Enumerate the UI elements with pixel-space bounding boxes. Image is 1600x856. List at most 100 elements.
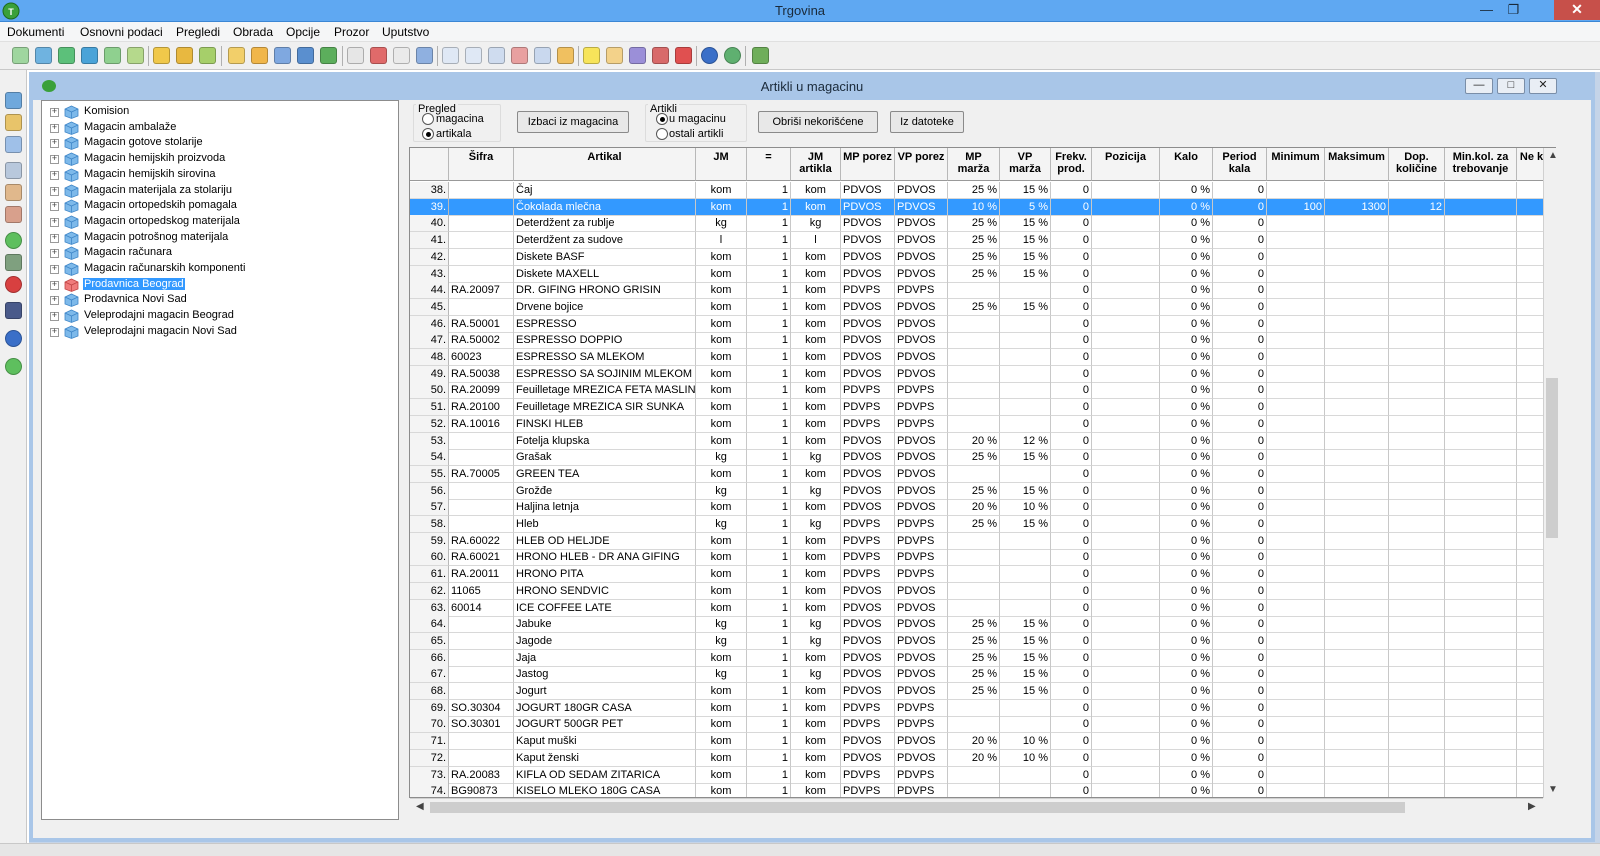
gear-icon[interactable] xyxy=(629,47,646,64)
cell-frek[interactable]: 0 xyxy=(1051,298,1092,316)
cell-jma[interactable]: kom xyxy=(791,766,841,784)
cell-sifra[interactable] xyxy=(449,499,514,517)
cell-vpp[interactable]: PDVOS xyxy=(895,182,948,199)
cell-sifra[interactable]: RA.20100 xyxy=(449,399,514,417)
cell-per[interactable]: 0 xyxy=(1213,499,1267,517)
cell-sifra[interactable] xyxy=(449,248,514,266)
cell-sifra[interactable] xyxy=(449,649,514,667)
cell-per[interactable]: 0 xyxy=(1213,783,1267,797)
cell-eq[interactable]: 1 xyxy=(747,415,791,433)
cell-max[interactable] xyxy=(1325,649,1389,667)
cell-jm[interactable]: kg xyxy=(696,666,747,684)
cell-dop[interactable] xyxy=(1389,683,1445,700)
cell-sifra[interactable]: SO.30304 xyxy=(449,699,514,717)
cell-dop[interactable] xyxy=(1389,549,1445,567)
cell-vpp[interactable]: PDVPS xyxy=(895,415,948,433)
table-row[interactable]: 42. Diskete BASF kom 1 kom PDVOS PDVOS 25 % 15 %… xyxy=(410,248,1555,266)
tree-node[interactable]: + Magacin ortopedskih pomagala xyxy=(42,198,392,214)
cell-vpm[interactable] xyxy=(1000,699,1051,717)
cell-mpp[interactable]: PDVPS xyxy=(841,699,895,717)
cell-vpm[interactable] xyxy=(1000,315,1051,333)
cell-per[interactable]: 0 xyxy=(1213,382,1267,400)
cell-artikal[interactable]: Kaput muški xyxy=(514,733,696,751)
cell-jma[interactable]: kg xyxy=(791,449,841,467)
cell-max[interactable] xyxy=(1325,632,1389,650)
column-header-mpp[interactable]: MP porez xyxy=(841,148,895,181)
cell-artikal[interactable]: ICE COFFEE LATE xyxy=(514,599,696,617)
cell-mpp[interactable]: PDVOS xyxy=(841,248,895,266)
radio-magacina[interactable] xyxy=(422,113,434,125)
cell-per[interactable]: 0 xyxy=(1213,349,1267,366)
cell-jma[interactable]: kom xyxy=(791,315,841,333)
cell-min[interactable] xyxy=(1267,415,1325,433)
cell-jma[interactable]: kom xyxy=(791,298,841,316)
cell-mink[interactable] xyxy=(1445,432,1517,450)
cell-sifra[interactable]: SO.30301 xyxy=(449,716,514,734)
cell-poz[interactable] xyxy=(1092,766,1160,784)
cell-mpp[interactable]: PDVOS xyxy=(841,365,895,383)
cell-vpp[interactable]: PDVPS xyxy=(895,699,948,717)
cell-per[interactable]: 0 xyxy=(1213,549,1267,567)
cell-poz[interactable] xyxy=(1092,415,1160,433)
cell-artikal[interactable]: Feuilletage MREZICA FETA MASLINE xyxy=(514,382,696,400)
cell-per[interactable]: 0 xyxy=(1213,532,1267,550)
cell-mpm[interactable] xyxy=(948,349,1000,366)
column-header-artikal[interactable]: Artikal xyxy=(514,148,696,181)
cell-min[interactable] xyxy=(1267,349,1325,366)
cell-jm[interactable]: l xyxy=(696,232,747,250)
cell-mink[interactable] xyxy=(1445,315,1517,333)
cell-vpm[interactable]: 10 % xyxy=(1000,499,1051,517)
cell-kalo[interactable]: 0 % xyxy=(1160,499,1213,517)
cell-eq[interactable]: 1 xyxy=(747,382,791,400)
cell-vpm[interactable] xyxy=(1000,349,1051,366)
cell-jma[interactable]: kg xyxy=(791,666,841,684)
cell-vpp[interactable]: PDVOS xyxy=(895,432,948,450)
cell-jma[interactable]: kg xyxy=(791,215,841,233)
cell-mink[interactable] xyxy=(1445,382,1517,400)
cell-eq[interactable]: 1 xyxy=(747,365,791,383)
cell-mpm[interactable] xyxy=(948,382,1000,400)
cell-mpm[interactable] xyxy=(948,566,1000,584)
cell-mpm[interactable]: 20 % xyxy=(948,499,1000,517)
cell-max[interactable] xyxy=(1325,549,1389,567)
cell-kalo[interactable]: 0 % xyxy=(1160,248,1213,266)
cell-mink[interactable] xyxy=(1445,282,1517,300)
cell-vpp[interactable]: PDVOS xyxy=(895,349,948,366)
cell-dop[interactable] xyxy=(1389,499,1445,517)
print-icon[interactable] xyxy=(5,162,22,179)
cell-max[interactable] xyxy=(1325,666,1389,684)
form-icon[interactable] xyxy=(511,47,528,64)
expand-icon[interactable]: + xyxy=(50,280,59,290)
cell-vpp[interactable]: PDVOS xyxy=(895,449,948,467)
cell-mpp[interactable]: PDVPS xyxy=(841,382,895,400)
cell-jm[interactable]: kom xyxy=(696,599,747,617)
tree-node[interactable]: + Magacin potrošnog materijala xyxy=(42,230,392,246)
cell-kalo[interactable]: 0 % xyxy=(1160,465,1213,483)
cell-poz[interactable] xyxy=(1092,365,1160,383)
cell-dop[interactable] xyxy=(1389,582,1445,600)
cell-mpm[interactable]: 25 % xyxy=(948,232,1000,250)
cell-jma[interactable]: kg xyxy=(791,516,841,533)
cell-vpp[interactable]: PDVPS xyxy=(895,399,948,417)
cell-mpm[interactable] xyxy=(948,399,1000,417)
tree-node[interactable]: + Prodavnica Beograd xyxy=(42,277,392,293)
cell-mpm[interactable] xyxy=(948,332,1000,350)
cell-mpm[interactable]: 25 % xyxy=(948,449,1000,467)
menu-uputstvo[interactable]: Uputstvo xyxy=(382,25,429,39)
cell-jm[interactable]: kom xyxy=(696,282,747,300)
cell-min[interactable] xyxy=(1267,549,1325,567)
expand-icon[interactable]: + xyxy=(50,217,59,227)
cell-vpp[interactable]: PDVOS xyxy=(895,298,948,316)
cell-poz[interactable] xyxy=(1092,666,1160,684)
cell-sifra[interactable]: RA.20083 xyxy=(449,766,514,784)
cell-mpp[interactable]: PDVPS xyxy=(841,566,895,584)
cell-kalo[interactable]: 0 % xyxy=(1160,683,1213,700)
warehouse-tree[interactable]: + Komision + Magacin ambalaže + Magacin gotov… xyxy=(41,100,399,820)
cell-jma[interactable]: kom xyxy=(791,716,841,734)
expand-icon[interactable]: + xyxy=(50,312,59,322)
cell-jma[interactable]: kom xyxy=(791,332,841,350)
izbaci-button[interactable]: Izbaci iz magacina xyxy=(517,111,629,133)
cell-poz[interactable] xyxy=(1092,432,1160,450)
cell-per[interactable]: 0 xyxy=(1213,716,1267,734)
cell-mpp[interactable]: PDVOS xyxy=(841,232,895,250)
